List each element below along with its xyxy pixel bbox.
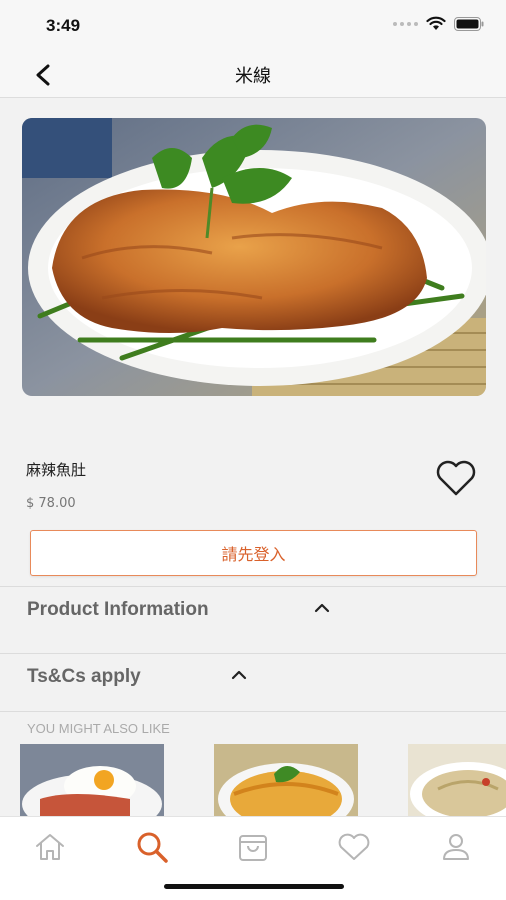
- status-icons: [393, 16, 484, 31]
- heart-icon: [338, 833, 370, 860]
- tab-search[interactable]: [132, 827, 172, 867]
- tab-cart[interactable]: [233, 827, 273, 867]
- search-icon: [137, 832, 168, 863]
- tab-favorites[interactable]: [334, 827, 374, 867]
- tab-home[interactable]: [30, 827, 70, 867]
- product-price: $ 78.00: [26, 496, 76, 511]
- favorite-button[interactable]: [434, 458, 478, 498]
- signal-dots-icon: [393, 21, 418, 26]
- profile-icon: [443, 834, 469, 860]
- login-button[interactable]: 請先登入: [30, 530, 477, 576]
- recommendation-item[interactable]: [214, 744, 358, 816]
- home-icon: [36, 834, 64, 860]
- tab-profile[interactable]: [436, 827, 476, 867]
- status-time: 3:49: [46, 16, 81, 35]
- product-name: 麻辣魚肚: [26, 461, 87, 479]
- terms-accordion[interactable]: Ts&Cs apply: [0, 654, 506, 700]
- chevron-up-icon: [231, 670, 247, 680]
- chevron-up-icon: [314, 603, 330, 613]
- wifi-icon: [426, 16, 446, 30]
- heart-icon: [436, 460, 476, 496]
- shopping-bag-icon: [239, 835, 267, 861]
- home-indicator: [164, 884, 344, 889]
- divider: [0, 711, 506, 712]
- page-title: 米線: [235, 66, 271, 87]
- recommendation-item[interactable]: [408, 744, 506, 816]
- product-information-title: Product Information: [27, 599, 209, 620]
- battery-icon: [454, 16, 484, 31]
- status-bar: 3:49: [0, 0, 506, 50]
- product-image: [22, 118, 486, 396]
- recommendation-item[interactable]: [20, 744, 164, 816]
- navigation-bar: 米線: [0, 50, 506, 98]
- recommendations-heading: YOU MIGHT ALSO LIKE: [27, 721, 170, 736]
- terms-title: Ts&Cs apply: [27, 666, 141, 687]
- product-information-accordion[interactable]: Product Information: [0, 587, 506, 633]
